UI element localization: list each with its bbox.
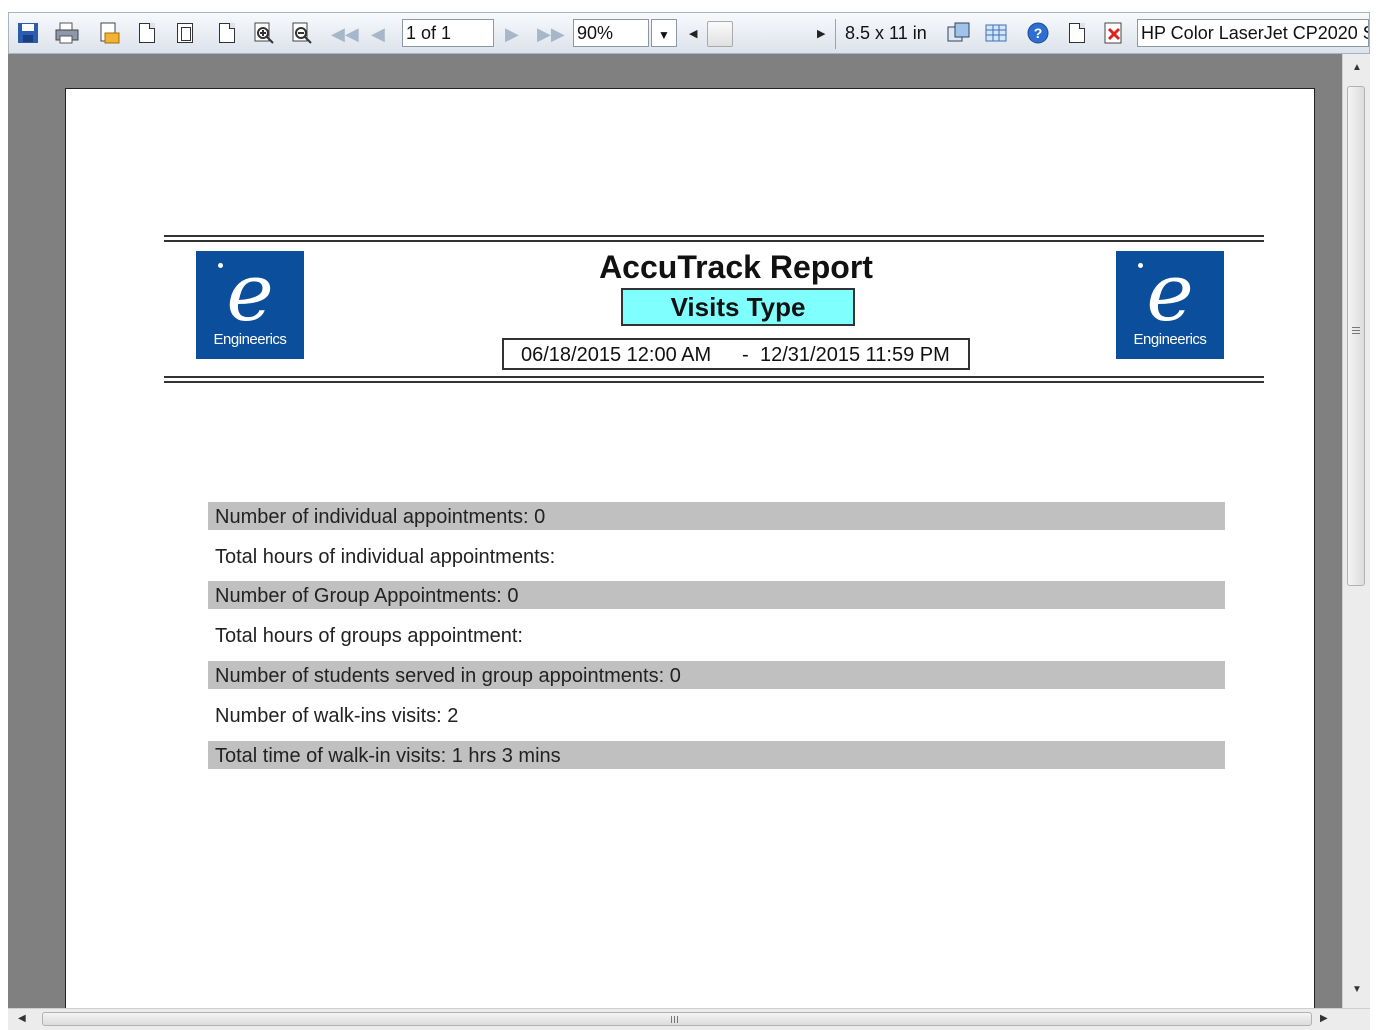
zoom-slider-thumb[interactable]	[707, 21, 733, 47]
zoom-field[interactable]: 90%	[573, 19, 649, 47]
report-title: AccuTrack Report	[599, 249, 873, 285]
scroll-right-icon[interactable]: ▶	[1320, 1013, 1328, 1024]
first-page-icon[interactable]: ◀◀	[331, 25, 359, 43]
two-pages-icon[interactable]	[177, 23, 193, 43]
scroll-down-icon[interactable]: ▼	[1352, 984, 1362, 995]
vertical-scrollbar[interactable]: ▲ ▼	[1342, 54, 1370, 1008]
blank-page-icon[interactable]	[1069, 23, 1085, 43]
toolbar-separator	[835, 19, 836, 49]
header-rule	[164, 235, 1264, 237]
printer-select[interactable]: HP Color LaserJet CP2020 S	[1137, 19, 1369, 47]
zoom-out-icon[interactable]	[291, 22, 313, 44]
scroll-left-icon[interactable]: ◀	[18, 1013, 26, 1024]
last-page-icon[interactable]: ▶▶	[537, 25, 565, 43]
report-row: Total hours of groups appointment:	[215, 625, 523, 647]
page-size-icon[interactable]	[947, 22, 970, 44]
paper-size-label: 8.5 x 11 in	[845, 23, 927, 43]
zoom-dropdown-button[interactable]: ▼	[651, 19, 677, 47]
four-pages-icon[interactable]	[219, 23, 235, 43]
date-from: 06/18/2015 12:00 AM	[521, 344, 712, 366]
print-icon[interactable]	[55, 22, 79, 44]
report-row: Total hours of individual appointments:	[215, 546, 556, 568]
date-to: 12/31/2015 11:59 PM	[760, 344, 950, 366]
slider-left-arrow-icon[interactable]: ◀	[689, 27, 697, 40]
svg-text:?: ?	[1034, 25, 1043, 41]
company-logo: e Engineerics	[196, 251, 304, 359]
page-setup-icon[interactable]	[97, 22, 120, 44]
chevron-down-icon: ▼	[658, 28, 670, 42]
horizontal-scroll-thumb[interactable]	[42, 1012, 1312, 1026]
help-icon[interactable]: ?	[1027, 22, 1049, 44]
header-rule	[164, 381, 1264, 383]
table-icon[interactable]	[985, 22, 1007, 44]
date-range: 06/18/2015 12:00 AM - 12/31/2015 11:59 P…	[502, 338, 970, 370]
single-page-icon[interactable]	[139, 23, 155, 43]
save-icon[interactable]	[17, 22, 39, 44]
zoom-in-icon[interactable]	[253, 22, 275, 44]
close-icon[interactable]	[1103, 22, 1125, 44]
report-page: e Engineerics e Engineerics AccuTrack Re…	[65, 88, 1315, 1028]
date-separator: -	[742, 344, 749, 366]
page-indicator-field[interactable]: 1 of 1	[402, 19, 494, 47]
next-page-icon[interactable]: ▶	[505, 25, 519, 43]
header-rule	[164, 376, 1264, 378]
slider-right-arrow-icon[interactable]: ▶	[817, 27, 825, 40]
report-row: Total time of walk-in visits: 1 hrs 3 mi…	[208, 741, 1225, 769]
report-subtitle: Visits Type	[621, 288, 855, 326]
horizontal-scrollbar[interactable]: ◀ ▶	[8, 1008, 1370, 1030]
report-row: Number of walk-ins visits: 2	[215, 705, 459, 727]
preview-toolbar: ◀◀ ◀ 1 of 1 ▶ ▶▶ 90% ▼ ◀ ▶ 8.5 x 11 in ?…	[8, 12, 1370, 54]
report-row: Number of Group Appointments: 0	[208, 581, 1225, 609]
report-row: Number of individual appointments: 0	[208, 502, 1225, 530]
previous-page-icon[interactable]: ◀	[371, 25, 385, 43]
scroll-up-icon[interactable]: ▲	[1352, 62, 1362, 73]
vertical-scroll-thumb[interactable]	[1347, 86, 1365, 586]
report-row: Number of students served in group appoi…	[208, 661, 1225, 689]
company-logo: e Engineerics	[1116, 251, 1224, 359]
header-rule	[164, 240, 1264, 242]
